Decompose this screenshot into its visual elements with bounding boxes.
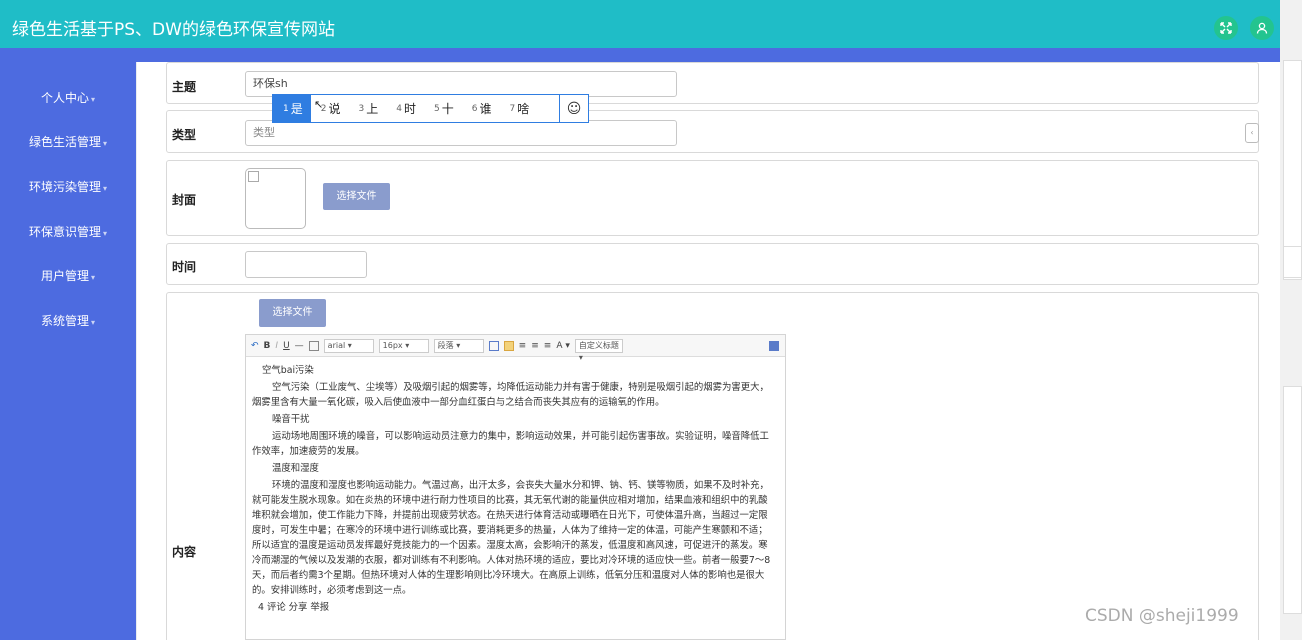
font-color-button[interactable]: A ▾ — [556, 341, 570, 351]
italic-button[interactable]: I — [275, 341, 278, 351]
chevron-down-icon: ▾ — [91, 318, 96, 327]
sidebar-item-system[interactable]: 系统管理 ▾ — [0, 312, 136, 329]
cover-row: 封面 选择文件 — [166, 160, 1259, 236]
ime-candidate-number: 1 — [283, 103, 289, 114]
chevron-down-icon: ▾ — [103, 229, 108, 238]
font-family-value: arial — [327, 340, 346, 350]
ime-candidate-text: 说 — [328, 102, 341, 116]
content-label: 内容 — [172, 545, 197, 559]
site-title: 绿色生活基于PS、DW的绿色环保宣传网站 — [12, 20, 335, 40]
emoji-icon[interactable]: ☺ — [559, 95, 588, 122]
fullscreen-icon[interactable] — [1214, 16, 1238, 40]
content-paragraph: 环境的温度和湿度也影响运动能力。气温过高，出汗太多，会丧失大量水分和钾、钠、钙、… — [252, 480, 771, 596]
align-left-icon[interactable] — [503, 340, 514, 351]
ime-candidate[interactable]: 7啥 — [500, 95, 538, 122]
ime-candidate-text: 十 — [441, 102, 454, 116]
content-paragraph: 运动场地周围环境的噪音，可以影响运动员注意力的集中，影响运动效果，并可能引起伤害… — [252, 431, 769, 457]
sidebar-item-users[interactable]: 用户管理 ▾ — [0, 267, 136, 284]
chevron-down-icon: ▾ — [103, 139, 108, 148]
sidebar-item-label: 系统管理 — [40, 314, 89, 328]
content-file-button[interactable]: 选择文件 — [259, 299, 326, 327]
sidebar-item-label: 环境污染管理 — [28, 180, 101, 194]
content-paragraph: 空气污染（工业废气、尘埃等）及吸烟引起的烟雾等，均降低运动能力并有害于健康，特别… — [252, 382, 769, 408]
sidebar-item-personal-center[interactable]: 个人中心 ▾ — [0, 89, 136, 106]
align-justify-icon[interactable]: ≡ — [544, 341, 552, 351]
horizontal-rule-icon[interactable]: — — [295, 341, 304, 351]
topic-label: 主题 — [172, 80, 197, 94]
ime-candidate-text: 上 — [366, 102, 379, 116]
mouse-cursor-icon: ↖ — [314, 98, 324, 111]
align-right-icon[interactable]: ≡ — [531, 341, 539, 351]
clear-format-icon[interactable] — [308, 340, 319, 351]
user-icon[interactable] — [1250, 16, 1274, 40]
custom-title-select[interactable]: 自定义标题 ▾ — [574, 338, 623, 362]
sidebar-item-green-life[interactable]: 绿色生活管理 ▾ — [0, 133, 136, 150]
time-row: 时间 — [166, 243, 1259, 285]
editor-toolbar: ↶ B I U — arial ▾ 16px ▾ 段落 ▾ ≡ ≡ ≡ A ▾ … — [246, 335, 785, 362]
content-footer: 4 评论 分享 举报 — [258, 602, 330, 613]
ime-candidate-number: 6 — [471, 103, 478, 114]
cover-label: 封面 — [172, 193, 197, 207]
chevron-down-icon: ▾ — [91, 95, 96, 104]
type-label: 类型 — [172, 128, 197, 142]
bold-button[interactable]: B — [264, 341, 271, 351]
cover-file-button[interactable]: 选择文件 — [323, 183, 390, 210]
ime-candidate-text: 是 — [290, 102, 303, 116]
rich-text-editor[interactable]: ↶ B I U — arial ▾ 16px ▾ 段落 ▾ ≡ ≡ ≡ A ▾ … — [245, 334, 786, 640]
content-heading: 噪音干扰 — [272, 414, 310, 425]
sidebar-item-awareness[interactable]: 环保意识管理 ▾ — [0, 223, 136, 240]
type-dropdown-icon[interactable]: ‹ — [1245, 123, 1259, 143]
sidebar-item-label: 个人中心 — [40, 91, 89, 105]
type-select[interactable]: 类型 — [245, 120, 677, 146]
editor-content[interactable]: 空气bai污染 空气污染（工业废气、尘埃等）及吸烟引起的烟雾等，均降低运动能力并… — [246, 357, 785, 615]
font-color-label: A — [556, 340, 563, 351]
font-size-select[interactable]: 16px ▾ — [378, 338, 429, 353]
ime-candidate[interactable]: 6谁 — [462, 95, 500, 122]
fullscreen-editor-icon[interactable] — [769, 340, 779, 351]
sidebar-item-label: 环保意识管理 — [28, 225, 101, 239]
ime-candidate-text: 时 — [403, 102, 416, 116]
underline-button[interactable]: U — [283, 341, 290, 351]
align-center-icon[interactable]: ≡ — [519, 341, 527, 351]
content-heading: 空气bai污染 — [262, 365, 314, 376]
ime-candidate-number: 7 — [509, 103, 516, 114]
broken-image-icon — [248, 171, 259, 182]
sidebar: 个人中心 ▾ 绿色生活管理 ▾ 环境污染管理 ▾ 环保意识管理 ▾ 用户管理 ▾ 系统管理… — [0, 62, 136, 640]
ime-candidate-number: 4 — [396, 103, 402, 114]
table-icon[interactable] — [488, 340, 499, 351]
ime-candidate[interactable]: 3上 — [349, 95, 387, 122]
ime-candidate[interactable]: 5十 — [424, 95, 462, 122]
font-family-select[interactable]: arial ▾ — [323, 338, 374, 353]
ime-candidate-text: 啥 — [517, 102, 530, 116]
paragraph-value: 段落 — [437, 340, 454, 350]
sidebar-item-pollution[interactable]: 环境污染管理 ▾ — [0, 178, 136, 195]
right-side-panel — [1283, 386, 1302, 614]
chevron-down-icon: ▾ — [103, 184, 108, 193]
ime-candidate-number: 5 — [434, 103, 440, 114]
undo-icon[interactable]: ↶ — [251, 341, 259, 351]
ime-candidate-number: 3 — [358, 103, 365, 114]
ime-candidate-text: 谁 — [479, 102, 492, 116]
watermark: CSDN @sheji1999 — [1085, 606, 1239, 626]
chevron-down-icon: ▾ — [91, 273, 96, 282]
time-input[interactable] — [245, 251, 367, 278]
sidebar-item-label: 绿色生活管理 — [28, 135, 101, 149]
content-heading: 温度和湿度 — [272, 463, 319, 474]
font-size-value: 16px — [382, 340, 403, 350]
header-strip — [0, 48, 1280, 62]
paragraph-select[interactable]: 段落 ▾ — [433, 338, 484, 353]
time-label: 时间 — [172, 260, 197, 274]
sidebar-item-label: 用户管理 — [40, 269, 89, 283]
cover-image-placeholder — [245, 168, 306, 229]
ime-candidate[interactable]: 4时 — [386, 95, 424, 122]
custom-title-value: 自定义标题 — [578, 340, 619, 350]
side-thumbnail[interactable] — [1283, 246, 1302, 278]
ime-candidate[interactable]: 1是 — [273, 95, 311, 122]
